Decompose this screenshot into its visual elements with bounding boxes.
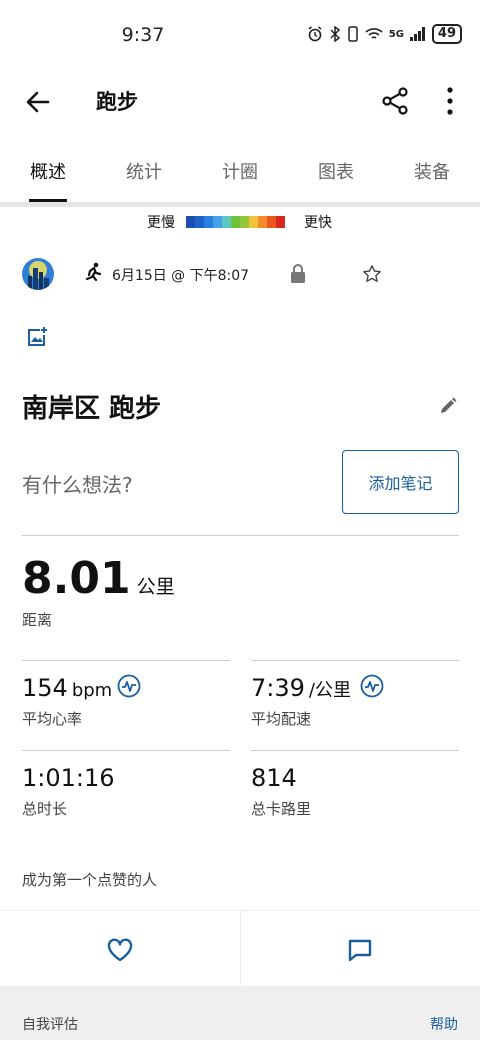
stat-divider [22, 750, 230, 751]
self-assessment-label: 自我评估 [22, 1017, 78, 1033]
pace-color-segment [276, 216, 285, 228]
pace-color-segment [186, 216, 195, 228]
page-title: 跑步 [96, 90, 138, 114]
help-link[interactable]: 帮助 [430, 1014, 458, 1034]
section-divider [22, 535, 459, 536]
tab-gear[interactable]: 装备 [384, 146, 480, 202]
stat-pace[interactable]: 7:39/公里 平均配速 [251, 660, 459, 740]
tab-divider [0, 202, 480, 207]
stat-label: 平均配速 [251, 710, 312, 728]
stat-label: 总时长 [22, 800, 68, 818]
pace-color-segment [258, 216, 267, 228]
action-separator [240, 911, 241, 987]
alarm-icon [308, 26, 322, 42]
stat-duration: 1:01:16 总时长 [22, 750, 230, 830]
stat-heart-rate[interactable]: 154 bpm 平均心率 [22, 660, 230, 740]
pace-color-segment [222, 216, 231, 228]
pace-graph-icon[interactable] [360, 674, 384, 698]
lock-icon[interactable] [290, 264, 306, 284]
heart-icon[interactable] [106, 937, 134, 963]
calories-value: 814 [251, 764, 297, 792]
avatar[interactable] [22, 258, 54, 290]
status-time: 9:37 [121, 24, 165, 46]
stat-label: 平均心率 [22, 710, 83, 728]
wifi-icon [365, 28, 383, 39]
activity-meta-row: 6月15日 @ 下午8:07 [0, 256, 480, 296]
distance-unit: 公里 [136, 576, 175, 598]
activity-date: 6月15日 @ 下午8:07 [112, 268, 250, 284]
pace-color-segment [213, 216, 222, 228]
pace-value: 7:39 [251, 674, 305, 702]
stat-divider [251, 750, 459, 751]
pace-color-segment [204, 216, 213, 228]
pace-color-segment [249, 216, 258, 228]
action-bar [0, 910, 480, 987]
distance-label: 距离 [22, 611, 53, 629]
pace-color-segment [195, 216, 204, 228]
distance-value-row: 8.01 公里 [22, 553, 175, 604]
heart-rate-unit: bpm [71, 680, 113, 701]
tab-stats[interactable]: 统计 [96, 146, 192, 202]
network-type: 5G [388, 28, 404, 40]
activity-title: 南岸区 跑步 [22, 394, 162, 424]
add-photo-icon[interactable] [26, 326, 48, 348]
pace-legend: 更慢 更快 [0, 212, 480, 232]
share-icon[interactable] [380, 86, 410, 116]
bluetooth-icon [330, 26, 340, 42]
pace-color-segment [267, 216, 276, 228]
signal-icon [409, 27, 425, 41]
stat-label: 总卡路里 [251, 800, 312, 818]
tab-charts[interactable]: 图表 [288, 146, 384, 202]
running-icon [85, 262, 102, 282]
vibrate-icon [347, 26, 358, 42]
stat-divider [22, 660, 230, 661]
kudos-prompt: 成为第一个点赞的人 [22, 871, 158, 889]
pace-color-segment [240, 216, 249, 228]
self-assessment-bar: 自我评估 帮助 [0, 986, 480, 1040]
tab-laps[interactable]: 计圈 [192, 146, 288, 202]
edit-pencil-icon[interactable] [438, 396, 458, 416]
pace-unit: /公里 [308, 680, 351, 701]
pace-color-scale [186, 216, 285, 228]
app-bar: 跑步 [0, 72, 480, 128]
more-options-icon[interactable] [438, 84, 462, 118]
back-arrow-icon[interactable] [22, 86, 54, 118]
battery-indicator: 49 [431, 24, 462, 44]
legend-faster-label: 更快 [304, 215, 332, 231]
heart-rate-value: 154 [22, 674, 68, 702]
stat-value: 154 bpm [22, 674, 112, 702]
status-icons: 5G 49 [307, 24, 462, 44]
comment-icon[interactable] [347, 937, 373, 963]
star-icon[interactable] [362, 264, 382, 284]
stat-calories: 814 总卡路里 [251, 750, 459, 830]
status-bar: 9:37 5G 49 [0, 0, 480, 72]
add-note-button[interactable]: 添加笔记 [342, 450, 459, 514]
heart-rate-graph-icon[interactable] [117, 674, 141, 698]
stat-divider [251, 660, 459, 661]
stat-value: 7:39/公里 [251, 674, 351, 702]
legend-slower-label: 更慢 [147, 215, 175, 231]
tab-overview[interactable]: 概述 [0, 146, 96, 202]
thoughts-prompt[interactable]: 有什么想法? [22, 469, 133, 498]
duration-value: 1:01:16 [22, 764, 115, 792]
tab-bar: 概述 统计 计圈 图表 装备 [0, 146, 480, 202]
pace-color-segment [231, 216, 240, 228]
distance-value: 8.01 [22, 553, 131, 604]
